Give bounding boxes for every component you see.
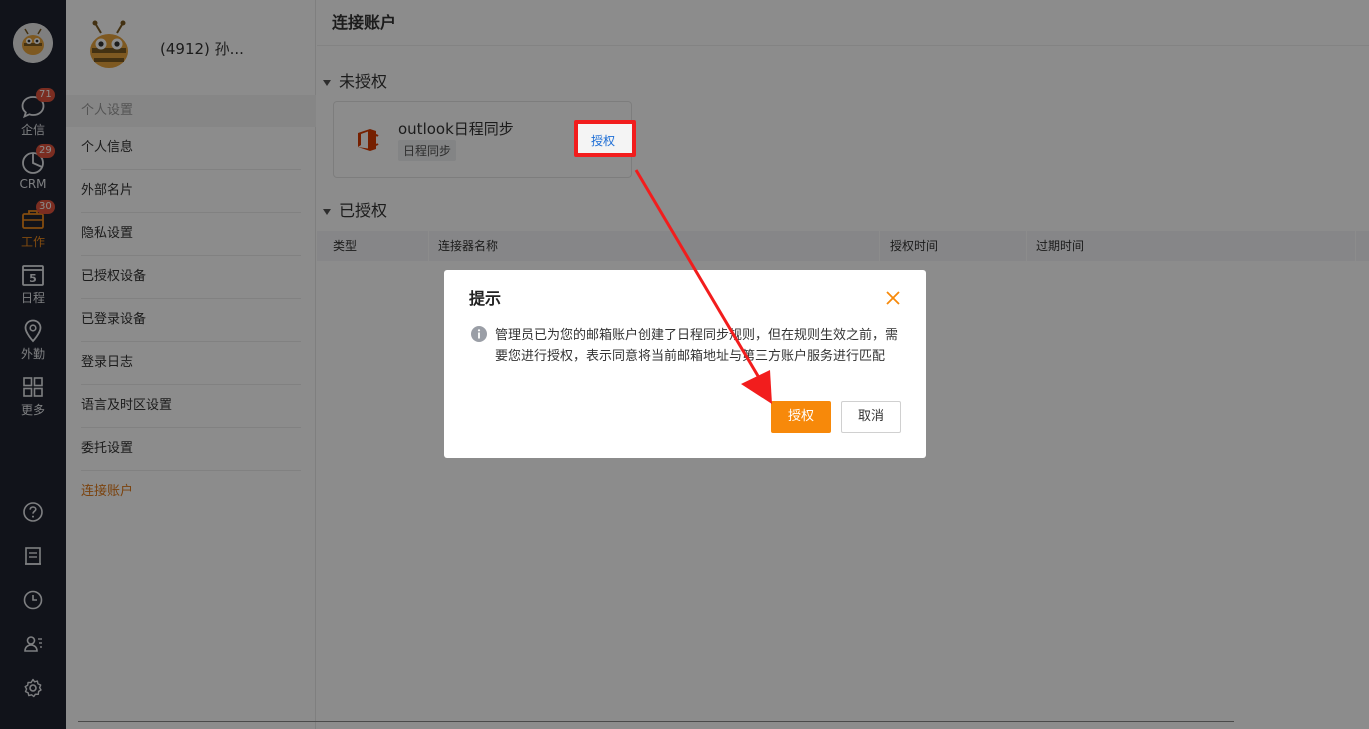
info-icon [471, 326, 487, 342]
highlighted-authorize-link: 授权 [591, 134, 616, 148]
close-icon[interactable] [884, 289, 902, 307]
dialog-title: 提示 [469, 289, 502, 308]
authorize-confirm-button[interactable]: 授权 [771, 401, 831, 433]
confirm-dialog: 提示 管理员已为您的邮箱账户创建了日程同步规则，但在规则生效之前，需要您进行授权… [444, 270, 926, 458]
cancel-button[interactable]: 取消 [841, 401, 901, 433]
annotation-highlight-box: 授权 [574, 120, 636, 157]
dialog-message: 管理员已为您的邮箱账户创建了日程同步规则，但在规则生效之前，需要您进行授权，表示… [495, 328, 899, 364]
